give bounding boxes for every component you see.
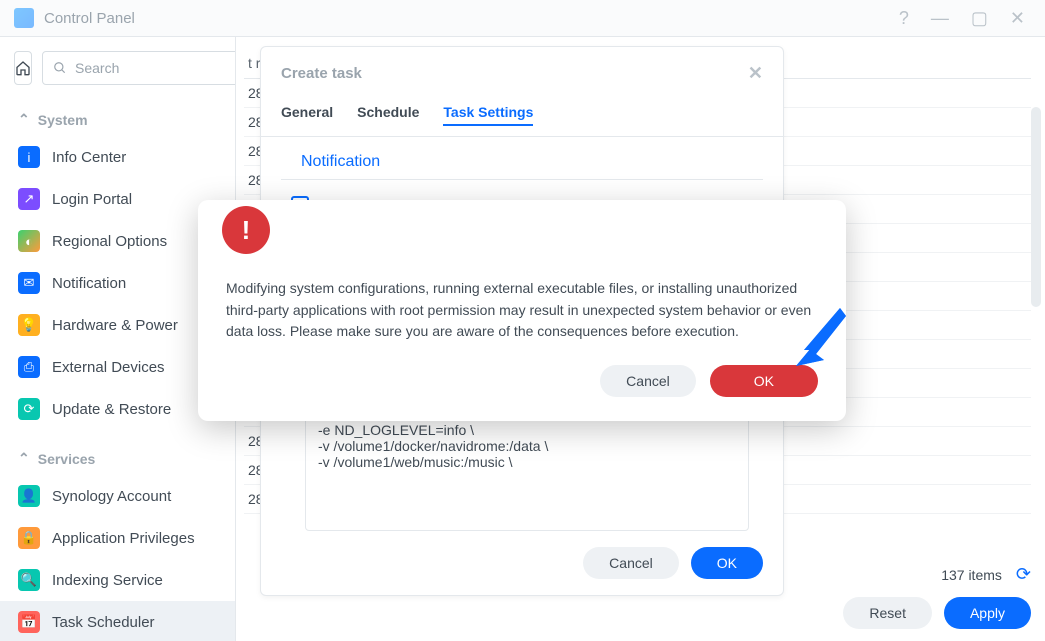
chevron-up-icon: ⌃ [18,111,30,128]
reset-button[interactable]: Reset [843,597,932,629]
nav-label: Update & Restore [52,401,171,418]
section-notification-header: Notification [281,137,763,180]
nav-label: Notification [52,275,126,292]
warning-dialog: Modifying system configurations, running… [198,200,846,421]
close-modal-icon[interactable]: ✕ [748,63,763,84]
user-icon: 👤 [18,485,40,507]
nav-label: Application Privileges [52,530,195,547]
group-system[interactable]: ⌃ System [0,99,235,136]
nav-info-center[interactable]: i Info Center [0,136,235,178]
tab-task-settings[interactable]: Task Settings [443,100,533,126]
group-label: System [38,112,88,128]
nav-label: Hardware & Power [52,317,178,334]
page-button-bar: Reset Apply [843,597,1031,629]
group-label: Services [38,451,96,467]
search-icon [53,61,67,75]
window-title: Control Panel [44,10,135,27]
globe-icon: ◐ [18,230,40,252]
create-ok-button[interactable]: OK [691,547,763,579]
modal-title: Create task [281,65,362,82]
titlebar: Control Panel ? — ▢ ✕ [0,0,1045,36]
app-icon [14,8,34,28]
create-cancel-button[interactable]: Cancel [583,547,679,579]
nav-label: External Devices [52,359,165,376]
apply-button[interactable]: Apply [944,597,1031,629]
annotation-arrow-icon [790,302,850,377]
search-input[interactable] [75,60,236,76]
bell-icon: ✉ [18,272,40,294]
index-icon: 🔍 [18,569,40,591]
close-window-icon[interactable]: ✕ [1004,8,1031,29]
minimize-icon[interactable]: — [925,8,955,29]
refresh-button[interactable]: ⟳ [1016,564,1031,585]
maximize-icon[interactable]: ▢ [965,8,994,29]
warning-text: Modifying system configurations, running… [226,278,818,343]
door-icon: ↗ [18,188,40,210]
chevron-up-icon: ⌃ [18,450,30,467]
bulb-icon: 💡 [18,314,40,336]
nav-label: Synology Account [52,488,171,505]
nav-label: Regional Options [52,233,167,250]
tab-schedule[interactable]: Schedule [357,100,419,126]
warning-exclamation-icon: ! [222,206,270,254]
group-services[interactable]: ⌃ Services [0,438,235,475]
refresh-icon: ⟳ [18,398,40,420]
tab-general[interactable]: General [281,100,333,126]
home-button[interactable] [14,51,32,85]
nav-label: Info Center [52,149,126,166]
vertical-scrollbar[interactable] [1031,107,1041,307]
nav-label: Task Scheduler [52,614,155,631]
nav-task-scheduler[interactable]: 📅 Task Scheduler [0,601,235,641]
search-input-wrapper[interactable] [42,51,236,85]
nav-synology-account[interactable]: 👤 Synology Account [0,475,235,517]
usb-icon: ⎙ [18,356,40,378]
info-icon: i [18,146,40,168]
nav-label: Indexing Service [52,572,163,589]
items-count: 137 items [941,567,1002,583]
nav-label: Login Portal [52,191,132,208]
lock-icon: 🔒 [18,527,40,549]
nav-indexing-service[interactable]: 🔍 Indexing Service [0,559,235,601]
calendar-icon: 📅 [18,611,40,633]
help-icon[interactable]: ? [893,8,915,29]
nav-application-privileges[interactable]: 🔒 Application Privileges [0,517,235,559]
warning-cancel-button[interactable]: Cancel [600,365,696,397]
